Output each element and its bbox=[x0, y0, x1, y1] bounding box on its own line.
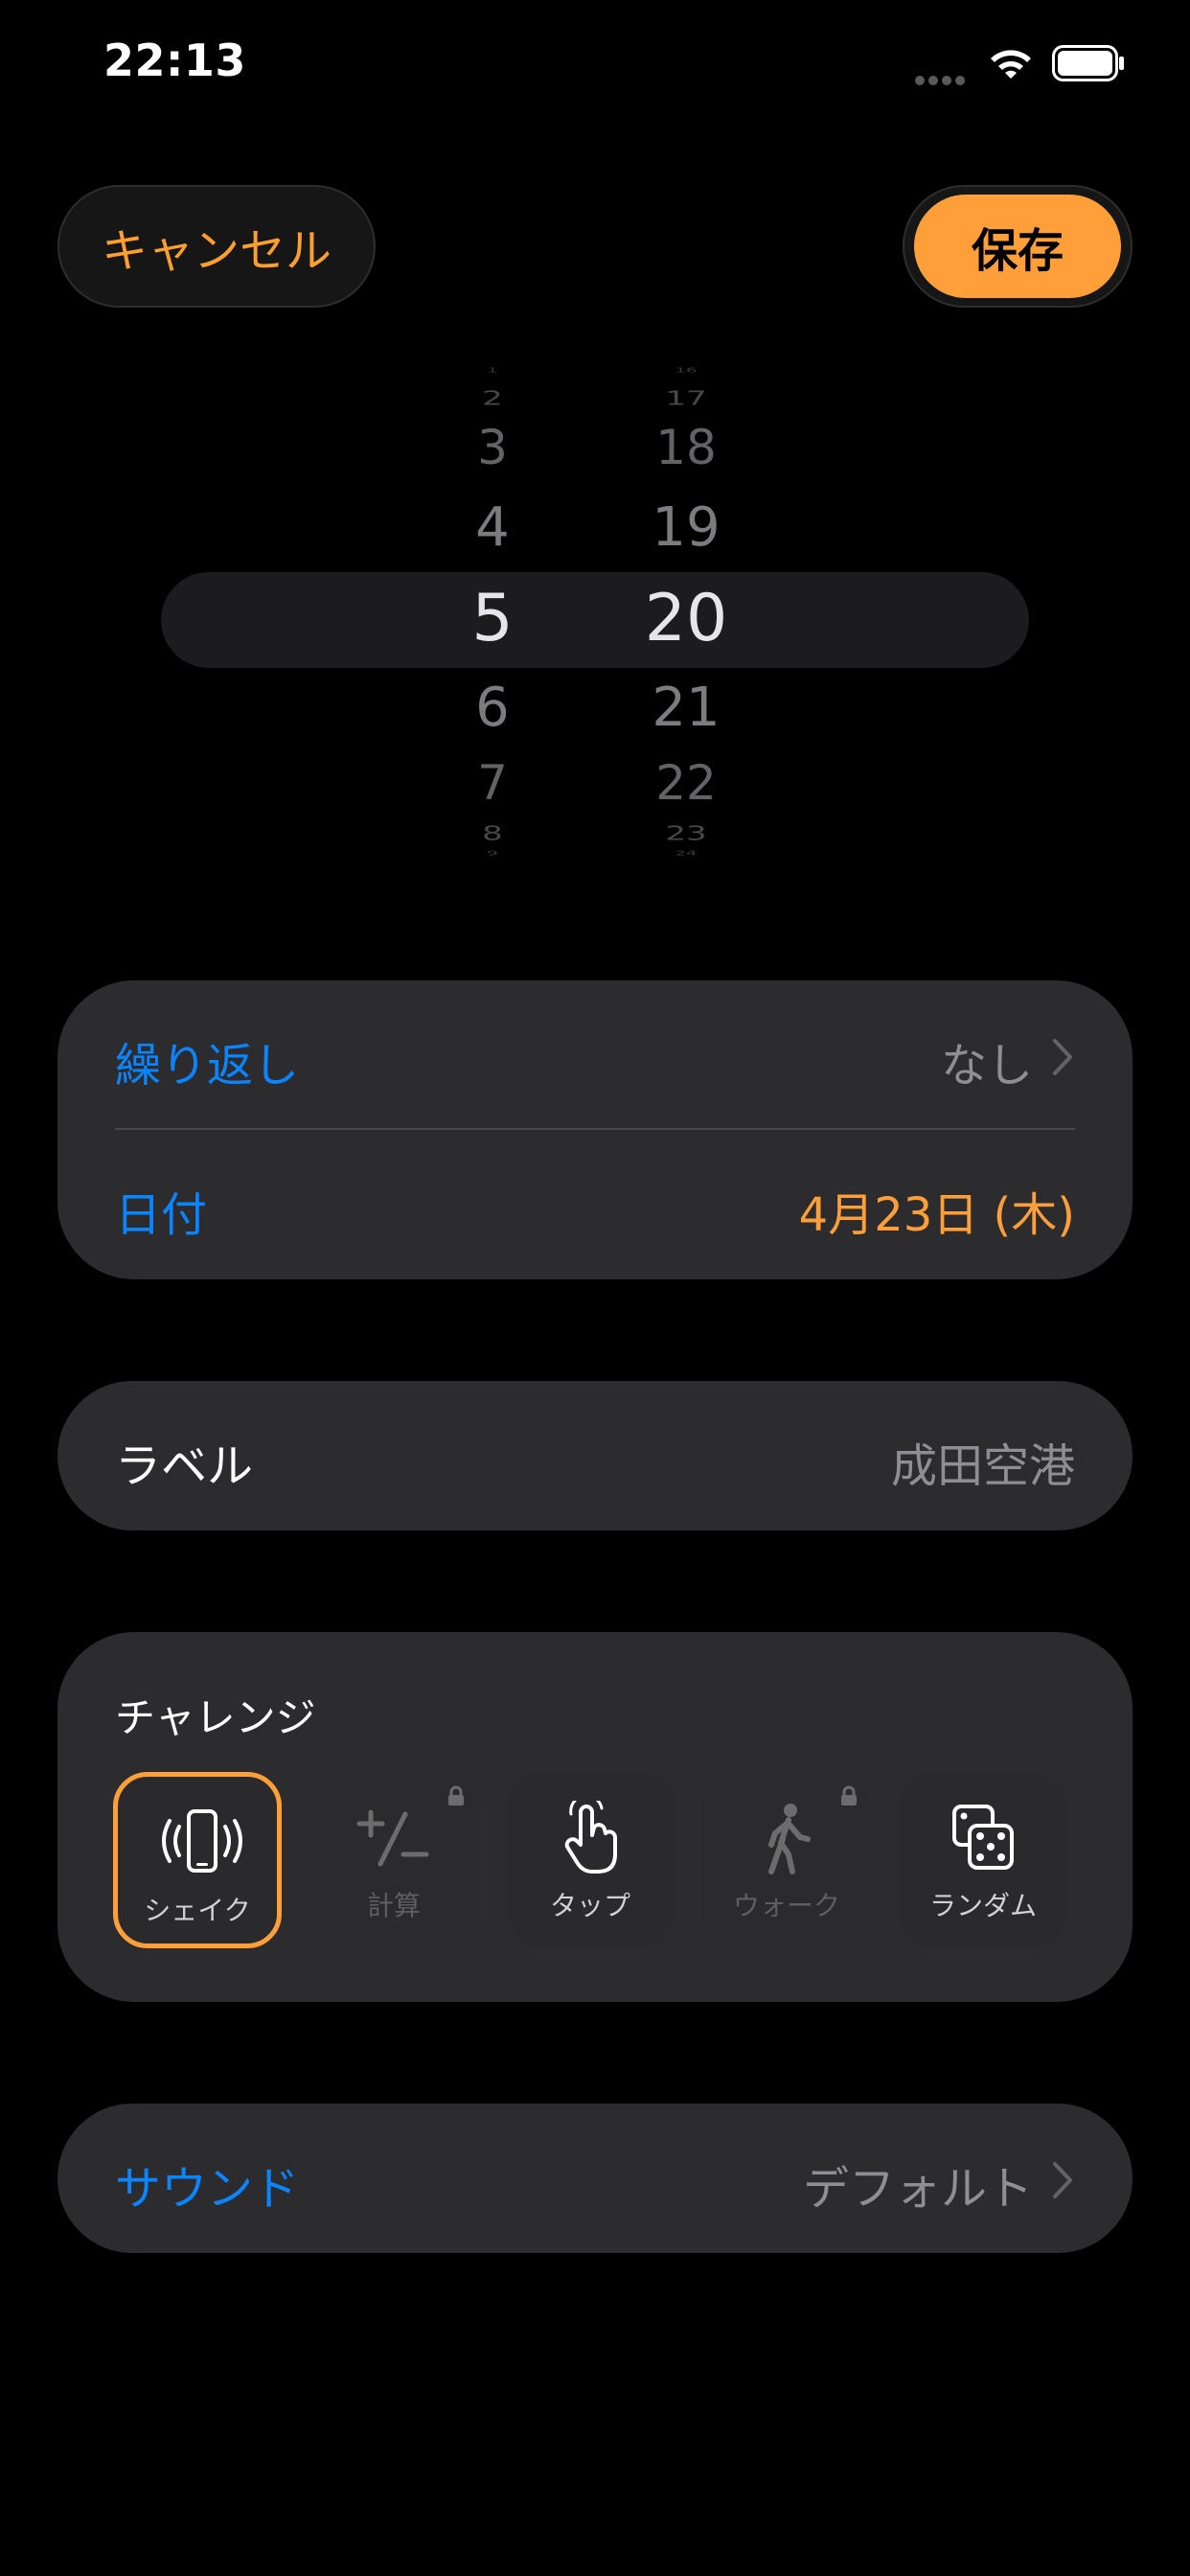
minute-option: 24 bbox=[675, 849, 698, 858]
hour-picker-wheel[interactable]: 1 2 3 4 5 6 7 8 9 bbox=[397, 355, 588, 882]
lock-icon bbox=[448, 1785, 464, 1806]
label-row-title: ラベル bbox=[115, 1439, 254, 1493]
repeat-value: なし bbox=[940, 1039, 1033, 1092]
chevron-right-icon bbox=[1053, 1039, 1072, 1075]
minute-option-selected: 20 bbox=[644, 581, 728, 656]
minute-option: 23 bbox=[665, 822, 707, 845]
sound-value: デフォルト bbox=[802, 2162, 1033, 2216]
challenge-card: チャレンジ シェイク 計算 タップ ウォーク ランダム bbox=[57, 1632, 1133, 2002]
hour-option: 3 bbox=[477, 420, 508, 475]
challenge-shake[interactable]: シェイク bbox=[113, 1772, 282, 1948]
schedule-card: 繰り返し なし 日付 4月23日 (木) bbox=[57, 980, 1133, 1279]
hour-option: 9 bbox=[487, 849, 498, 858]
sound-label: サウンド bbox=[115, 2162, 300, 2216]
challenge-shake-label: シェイク bbox=[144, 1895, 251, 1926]
challenge-walk-label: ウォーク bbox=[732, 1890, 840, 1921]
label-row-value: 成田空港 bbox=[890, 1439, 1075, 1493]
tap-hand-icon bbox=[564, 1801, 617, 1874]
challenge-tap[interactable]: タップ bbox=[506, 1772, 675, 1948]
chevron-right-icon bbox=[1053, 2162, 1072, 2198]
minute-option: 19 bbox=[652, 496, 721, 559]
minute-option: 16 bbox=[675, 366, 698, 375]
plus-minus-icon bbox=[356, 1809, 429, 1867]
cancel-button[interactable]: キャンセル bbox=[57, 185, 376, 308]
hour-option: 6 bbox=[475, 677, 510, 739]
minute-option: 18 bbox=[655, 420, 717, 475]
lock-icon bbox=[841, 1785, 857, 1806]
hour-option: 8 bbox=[482, 822, 503, 845]
status-time: 22:13 bbox=[103, 34, 246, 86]
sound-card[interactable]: サウンド デフォルト bbox=[57, 2104, 1133, 2253]
save-button[interactable]: 保存 bbox=[914, 195, 1121, 298]
hour-option: 7 bbox=[477, 755, 508, 811]
repeat-label: 繰り返し bbox=[115, 1039, 300, 1092]
wifi-icon bbox=[991, 50, 1031, 79]
repeat-row[interactable]: 繰り返し なし bbox=[57, 980, 1133, 1130]
date-label: 日付 bbox=[115, 1188, 208, 1242]
date-value: 4月23日 (木) bbox=[798, 1188, 1075, 1242]
shake-phone-icon bbox=[162, 1809, 242, 1873]
walk-icon bbox=[768, 1804, 811, 1874]
challenge-tap-label: タップ bbox=[549, 1890, 630, 1921]
hour-option: 4 bbox=[475, 496, 510, 559]
challenge-random-label: ランダム bbox=[928, 1890, 1037, 1921]
challenge-title: チャレンジ bbox=[115, 1694, 316, 1741]
minute-picker-wheel[interactable]: 16 17 18 19 20 21 22 23 24 bbox=[590, 355, 782, 882]
minute-option: 17 bbox=[665, 387, 707, 410]
hour-option-selected: 5 bbox=[471, 581, 514, 656]
minute-option: 22 bbox=[655, 755, 717, 811]
hour-option: 2 bbox=[482, 387, 503, 410]
challenge-random[interactable]: ランダム bbox=[899, 1772, 1067, 1948]
date-row[interactable]: 日付 4月23日 (木) bbox=[57, 1130, 1133, 1279]
challenge-math-label: 計算 bbox=[366, 1890, 421, 1921]
battery-icon bbox=[1052, 45, 1124, 81]
cellular-signal-icon bbox=[915, 71, 971, 85]
challenge-walk[interactable]: ウォーク bbox=[702, 1772, 871, 1948]
minute-option: 21 bbox=[652, 677, 721, 739]
hour-option: 1 bbox=[487, 366, 498, 375]
challenge-math[interactable]: 計算 bbox=[309, 1772, 478, 1948]
dice-icon bbox=[952, 1805, 1014, 1870]
label-card[interactable]: ラベル 成田空港 bbox=[57, 1381, 1133, 1530]
